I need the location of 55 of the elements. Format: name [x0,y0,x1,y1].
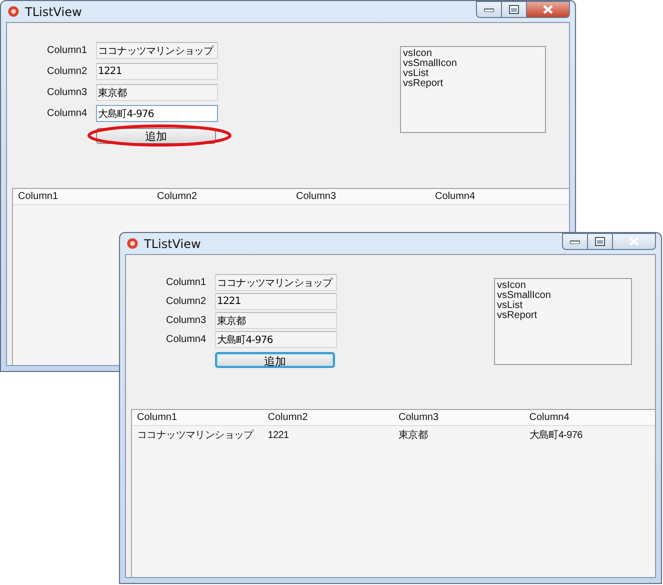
field-label: Column4 [166,334,208,345]
text-field[interactable]: ココナッツマリンショップ [96,42,218,59]
maximize-icon [595,237,605,246]
close-button[interactable] [527,1,570,18]
minimize-icon [484,8,494,12]
column-header[interactable]: Column2 [262,412,394,423]
column-header[interactable]: Column1 [13,191,152,202]
column-header[interactable]: Column4 [524,412,655,423]
listbox-item[interactable]: vsSmallIcon [403,59,543,69]
listbox-item[interactable]: vsReport [497,311,629,321]
minimize-button[interactable] [476,1,502,18]
text-field[interactable]: 大島町4-976 [96,105,218,122]
add-button[interactable]: 追加 [215,352,335,368]
text-field[interactable]: 1221 [96,63,218,80]
field-label: Column1 [47,45,88,56]
maximize-button[interactable] [588,233,613,250]
listbox-item[interactable]: vsReport [403,79,543,89]
text-field[interactable]: 東京都 [96,84,218,101]
app-icon [127,238,138,249]
listbox-item[interactable]: vsIcon [403,49,543,59]
window-title: TListView [25,4,82,18]
field-label: Column3 [166,315,208,326]
list-cell-text: 東京都 [398,428,429,442]
text-field[interactable]: 大島町4-976 [215,331,337,348]
text-field[interactable]: 1221 [215,293,337,310]
listbox-item[interactable]: vsList [497,301,629,311]
view-style-listbox[interactable]: vsIcon vsSmallIcon vsList vsReport [494,278,632,365]
column-header[interactable]: Column3 [394,412,524,423]
field-label: Column4 [47,108,88,119]
column-header[interactable]: Column2 [152,191,291,202]
list-cell-text: 1221 [266,430,290,440]
column-header[interactable]: Column3 [291,191,430,202]
view-style-listbox[interactable]: vsIcon vsSmallIcon vsList vsReport [400,46,546,133]
listbox-item[interactable]: vsSmallIcon [497,291,629,301]
maximize-icon [509,5,519,14]
maximize-button[interactable] [502,1,527,18]
close-icon [543,5,553,14]
close-icon [629,237,639,246]
field-label: Column3 [47,87,88,98]
minimize-icon [570,240,580,244]
text-field[interactable]: 東京都 [215,312,337,329]
listbox-item[interactable]: vsIcon [497,281,629,291]
app-icon [8,6,19,17]
list-cell-text: 大島町4-976 [528,428,584,442]
column-header[interactable]: Column4 [430,191,569,202]
text-field[interactable]: ココナッツマリンショップ [215,274,337,291]
field-label: Column1 [166,277,208,288]
column-header[interactable]: Column1 [132,412,263,423]
close-button[interactable] [613,233,656,250]
minimize-button[interactable] [562,233,588,250]
window-title: TListView [144,236,201,250]
field-label: Column2 [166,296,208,307]
field-label: Column2 [47,66,88,77]
listbox-item[interactable]: vsList [403,69,543,79]
list-cell-text: ココナッツマリンショップ [136,428,255,442]
